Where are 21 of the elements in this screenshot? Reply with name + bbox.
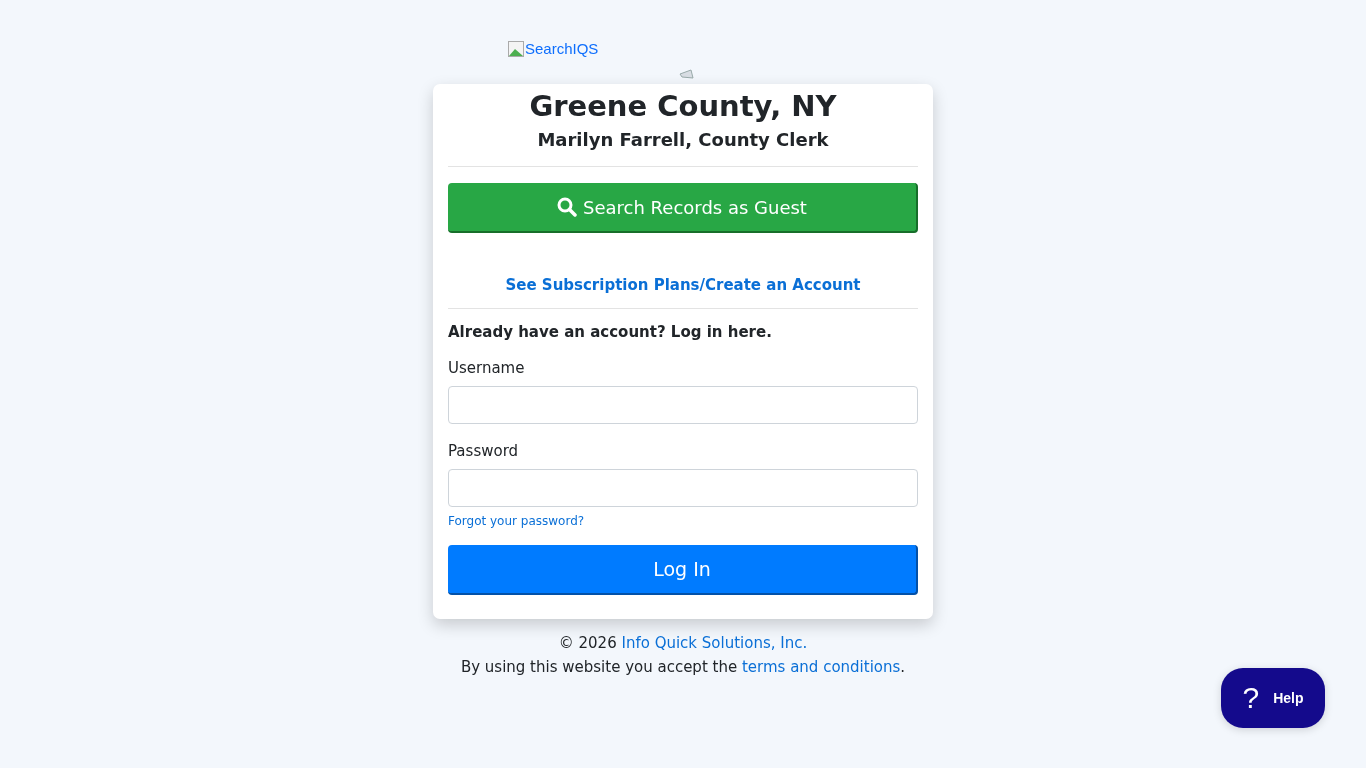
- log-in-button[interactable]: Log In: [448, 545, 918, 595]
- terms-link[interactable]: terms and conditions: [741, 658, 901, 676]
- search-guest-button[interactable]: Search Records as Guest: [448, 183, 918, 233]
- search-icon: [557, 197, 578, 217]
- terms-text: By using this website you accept the terms and conditions.: [460, 657, 906, 678]
- forgot-password-link[interactable]: Forgot your password?: [448, 514, 585, 528]
- county-title: Greene County, NY: [528, 88, 838, 124]
- help-button[interactable]: ? Help: [1221, 668, 1325, 728]
- broken-image-icon: [679, 68, 695, 80]
- clerk-subtitle: Marilyn Farrell, County Clerk: [536, 128, 830, 152]
- broken-image-icon: [508, 40, 524, 57]
- input-field[interactable]: [448, 386, 918, 424]
- logo-alt-link[interactable]: SearchIQS: [508, 40, 599, 57]
- subscription-link[interactable]: See Subscription Plans/Create an Account: [505, 276, 861, 294]
- copyright-text: © 2026 Info Quick Solutions, Inc.: [557, 633, 809, 654]
- input-field[interactable]: [448, 469, 918, 507]
- question-mark-icon: ?: [1242, 681, 1260, 715]
- field-label: Password: [448, 442, 520, 460]
- company-link[interactable]: Info Quick Solutions, Inc.: [621, 634, 808, 652]
- login-heading: Already have an account? Log in here.: [448, 323, 773, 341]
- field-label: Username: [448, 359, 526, 377]
